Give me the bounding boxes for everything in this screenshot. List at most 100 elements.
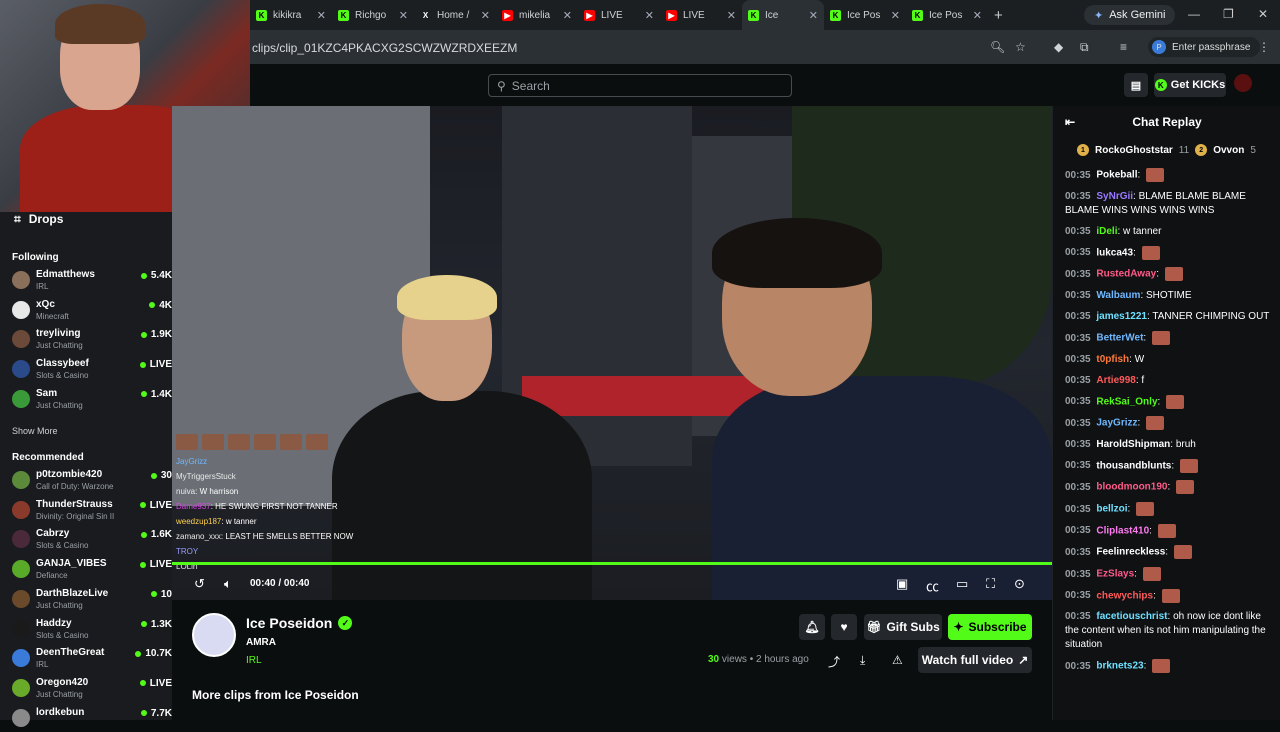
chat-username[interactable]: SyNrGii <box>1096 191 1133 202</box>
media-control-icon[interactable]: ≡ <box>1120 40 1127 54</box>
show-more-link[interactable]: Show More <box>12 426 58 436</box>
sidebar-channel[interactable]: lordkebun 7.7K <box>12 706 172 732</box>
emote-icon <box>1176 480 1195 495</box>
close-tab-icon[interactable]: ✕ <box>481 9 490 22</box>
chat-username[interactable]: brknets23 <box>1096 661 1143 672</box>
browser-tab[interactable]: ▶ mikelia ✕ <box>496 0 578 30</box>
passphrase-button[interactable]: P Enter passphrase <box>1148 37 1261 57</box>
browser-menu-icon[interactable]: ⋮ <box>1258 40 1270 54</box>
leader-name[interactable]: RockoGhoststar <box>1095 145 1173 156</box>
video-progress-bar[interactable] <box>172 562 1052 565</box>
chat-username[interactable]: BetterWet <box>1096 333 1143 344</box>
new-tab-icon[interactable]: + <box>994 7 1003 24</box>
share-icon[interactable]: ⤴ <box>828 653 840 670</box>
close-tab-icon[interactable]: ✕ <box>317 9 326 22</box>
drops-link[interactable]: ⌗ Drops <box>14 212 63 227</box>
chat-username[interactable]: facetiouschrist <box>1096 611 1167 622</box>
minimize-icon[interactable]: — <box>1188 7 1200 21</box>
sidebar-channel[interactable]: DarthBlazeLive Just Chatting 10 <box>12 587 172 613</box>
report-icon[interactable]: ⚠ <box>892 653 903 667</box>
sidebar-channel[interactable]: xQc Minecraft 4K <box>12 298 172 324</box>
extension-diamond-icon[interactable]: ◆ <box>1054 40 1063 54</box>
close-tab-icon[interactable]: ✕ <box>727 9 736 22</box>
chat-username[interactable]: iDeli <box>1096 226 1117 237</box>
chat-username[interactable]: Artie998 <box>1096 375 1135 386</box>
channel-avatar[interactable] <box>192 613 236 657</box>
chat-username[interactable]: bloodmoon190 <box>1096 482 1167 493</box>
subscribe-button[interactable]: ✦ Subscribe <box>948 614 1032 640</box>
browser-tab[interactable]: X Home / ✕ <box>414 0 496 30</box>
chat-text: BLAME BLAME BLAME BLAME WINS WINS WINS W… <box>1065 190 1246 216</box>
chat-username[interactable]: Feelinreckless <box>1096 547 1165 558</box>
sidebar-channel[interactable]: Edmatthews IRL 5.4K <box>12 268 172 294</box>
browser-tab[interactable]: K Richgo ✕ <box>332 0 414 30</box>
sidebar-channel[interactable]: treyliving Just Chatting 1.9K <box>12 327 172 353</box>
clip-category[interactable]: IRL <box>246 655 262 666</box>
chat-username[interactable]: t0pfish <box>1096 354 1129 365</box>
bookmark-star-icon[interactable]: ☆ <box>1015 40 1026 54</box>
chat-username[interactable]: chewychips <box>1096 590 1153 601</box>
follow-button[interactable]: ♥ <box>831 614 857 640</box>
zoom-icon[interactable]: 🔍︎ <box>990 40 1005 54</box>
chat-username[interactable]: EzSlays <box>1096 569 1134 580</box>
channel-name-row[interactable]: Ice Poseidon ✓ <box>246 615 353 631</box>
fullscreen-icon[interactable]: ⛶ <box>986 576 995 592</box>
extensions-puzzle-icon[interactable]: ⧉ <box>1080 40 1089 55</box>
volume-icon[interactable]: 🔈︎ <box>224 576 232 592</box>
replay-icon[interactable]: ↺ <box>194 576 205 592</box>
browser-tab[interactable]: K Ice ✕ <box>742 0 824 30</box>
close-tab-icon[interactable]: ✕ <box>645 9 654 22</box>
get-kicks-button[interactable]: K Get KICKs <box>1154 73 1226 97</box>
chat-username[interactable]: RustedAway <box>1096 269 1156 280</box>
leader-name[interactable]: Ovvon <box>1213 145 1244 156</box>
captions-icon[interactable]: ㏄ <box>926 576 939 595</box>
leader-badge-icon: 2 <box>1195 144 1208 156</box>
restore-icon[interactable]: ❐ <box>1223 7 1234 21</box>
download-icon[interactable]: ⤓ <box>860 653 865 668</box>
collapse-chat-icon[interactable]: ⇤ <box>1065 115 1075 129</box>
browser-tab[interactable]: ▶ LIVE ✕ <box>660 0 742 30</box>
close-tab-icon[interactable]: ✕ <box>973 9 982 22</box>
sidebar-channel[interactable]: Cabrzy Slots & Casino 1.6K <box>12 527 172 553</box>
search-input[interactable]: ⚲ Search <box>488 74 792 97</box>
chat-username[interactable]: bellzoi <box>1096 504 1127 515</box>
notify-button[interactable]: 🔔︎ <box>799 614 825 640</box>
sidebar-channel[interactable]: Sam Just Chatting 1.4K <box>12 387 172 413</box>
passphrase-label: Enter passphrase <box>1172 41 1251 53</box>
sidebar-channel[interactable]: p0tzombie420 Call of Duty: Warzone 30 <box>12 468 172 494</box>
youtube-icon: ▶ <box>502 9 513 21</box>
chat-username[interactable]: HaroldShipman <box>1096 439 1170 450</box>
sidebar-channel[interactable]: DeenTheGreat IRL 10.7K <box>12 646 172 672</box>
pip-icon[interactable]: ▣ <box>896 576 908 592</box>
chat-username[interactable]: RekSai_Only <box>1096 396 1157 407</box>
sidebar-channel[interactable]: GANJA_VIBES Defiance LIVE <box>12 557 172 583</box>
user-avatar[interactable] <box>1234 74 1252 92</box>
sidebar-channel[interactable]: Haddzy Slots & Casino 1.3K <box>12 617 172 643</box>
close-tab-icon[interactable]: ✕ <box>399 9 408 22</box>
chat-username[interactable]: lukca43 <box>1096 247 1133 258</box>
url-field[interactable]: clips/clip_01KZC4PKACXG2SCWZWZRDXEEZM <box>252 41 517 55</box>
chat-username[interactable]: Pokeball <box>1096 170 1137 181</box>
chat-username[interactable]: Cliplast410 <box>1096 525 1149 536</box>
chat-username[interactable]: Walbaum <box>1096 290 1140 301</box>
theater-mode-icon[interactable]: ▭ <box>956 576 968 592</box>
sidebar-channel[interactable]: Oregon420 Just Chatting LIVE <box>12 676 172 702</box>
chat-username[interactable]: JayGrizz <box>1096 418 1137 429</box>
browser-tab[interactable]: K Ice Pos ✕ <box>906 0 988 30</box>
close-tab-icon[interactable]: ✕ <box>809 9 818 22</box>
layout-toggle-button[interactable]: ▤ <box>1124 73 1148 97</box>
watch-full-video-button[interactable]: Watch full video ↗ <box>918 647 1032 673</box>
sidebar-channel[interactable]: Classybeef Slots & Casino LIVE <box>12 357 172 383</box>
browser-tab[interactable]: K Ice Pos ✕ <box>824 0 906 30</box>
gift-subs-button[interactable]: 🎁︎ Gift Subs <box>864 614 942 640</box>
browser-tab[interactable]: ▶ LIVE ✕ <box>578 0 660 30</box>
browser-tab[interactable]: K kikikra ✕ <box>250 0 332 30</box>
chat-username[interactable]: james1221 <box>1096 311 1147 322</box>
close-tab-icon[interactable]: ✕ <box>563 9 572 22</box>
playback-speed-icon[interactable]: ⊙ <box>1014 576 1025 592</box>
close-window-icon[interactable]: ✕ <box>1258 7 1268 21</box>
close-tab-icon[interactable]: ✕ <box>891 9 900 22</box>
sidebar-channel[interactable]: ThunderStrauss Divinity: Original Sin II… <box>12 498 172 524</box>
ask-gemini-button[interactable]: ✦ Ask Gemini <box>1084 5 1176 25</box>
chat-username[interactable]: thousandblunts <box>1096 460 1171 471</box>
